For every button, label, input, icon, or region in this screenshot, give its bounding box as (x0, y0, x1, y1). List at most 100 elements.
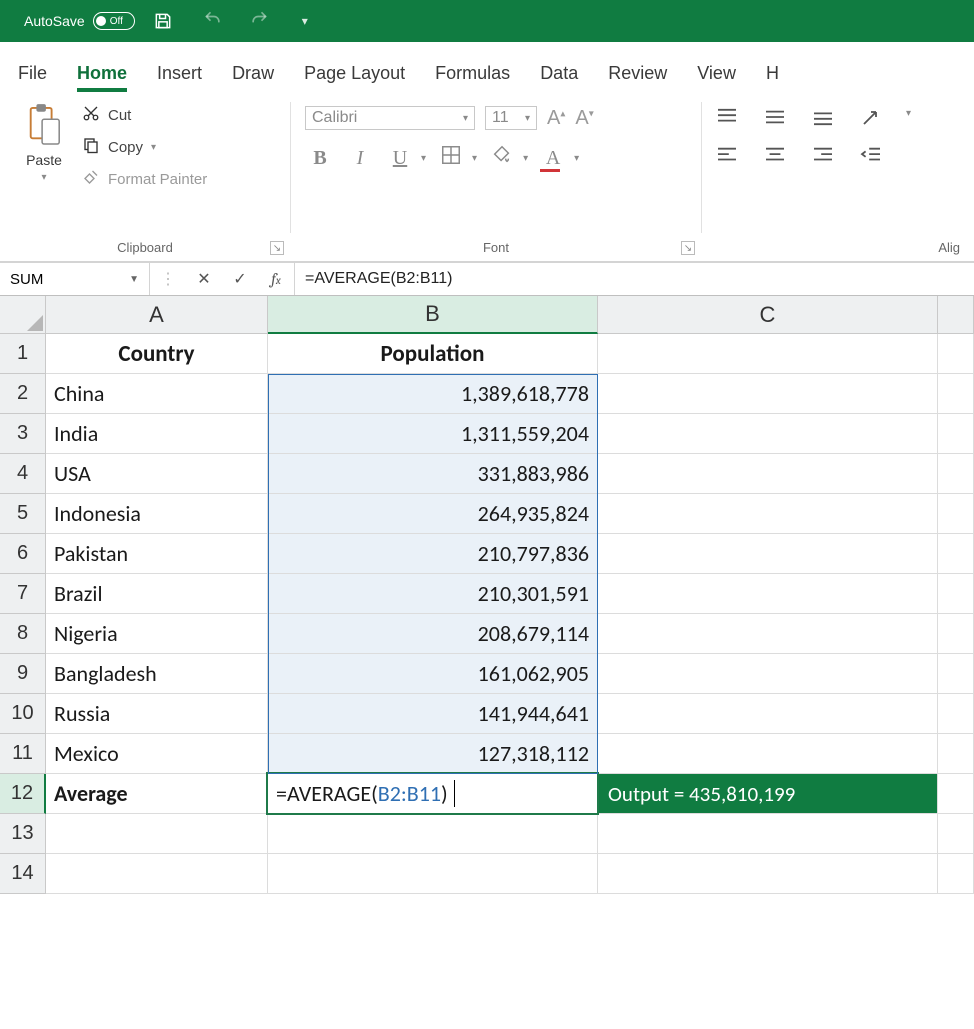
orientation-icon[interactable] (860, 108, 884, 128)
cell-a5[interactable]: Indonesia (46, 494, 268, 534)
bold-button[interactable]: B (305, 147, 335, 170)
chevron-down-icon[interactable]: ▾ (421, 153, 426, 164)
cell-a10[interactable]: Russia (46, 694, 268, 734)
column-header-d[interactable] (938, 296, 974, 334)
tab-draw[interactable]: Draw (232, 63, 274, 92)
chevron-down-icon[interactable]: ▾ (151, 142, 156, 153)
tab-help[interactable]: H (766, 63, 779, 92)
row-header[interactable]: 6 (0, 534, 46, 574)
cell-c9[interactable] (598, 654, 938, 694)
align-left-icon[interactable] (716, 146, 738, 164)
cell-b14[interactable] (268, 854, 598, 894)
enter-icon[interactable]: ✓ (222, 269, 258, 289)
cell-c4[interactable] (598, 454, 938, 494)
cell-b4[interactable]: 331,883,986 (268, 454, 598, 494)
column-header-b[interactable]: B (268, 296, 598, 334)
qat-customize-icon[interactable]: ▾ (291, 14, 319, 28)
cell-b9[interactable]: 161,062,905 (268, 654, 598, 694)
cell-b10[interactable]: 141,944,641 (268, 694, 598, 734)
tab-insert[interactable]: Insert (157, 63, 202, 92)
align-center-icon[interactable] (764, 146, 786, 164)
row-header[interactable]: 12 (0, 774, 46, 814)
cell-d11[interactable] (938, 734, 974, 774)
cell-a1[interactable]: Country (46, 334, 268, 374)
redo-icon[interactable] (245, 9, 273, 34)
chevron-down-icon[interactable]: ▾ (523, 153, 528, 164)
tab-page-layout[interactable]: Page Layout (304, 63, 405, 92)
cell-b12[interactable]: =AVERAGE(B2:B11) (268, 774, 598, 814)
tab-formulas[interactable]: Formulas (435, 63, 510, 92)
vertical-dots-icon[interactable]: ⋮ (150, 269, 186, 289)
cell-d13[interactable] (938, 814, 974, 854)
cell-d14[interactable] (938, 854, 974, 894)
font-name-combo[interactable]: Calibri ▾ (305, 106, 475, 130)
font-color-icon[interactable]: A (538, 147, 568, 170)
cell-d6[interactable] (938, 534, 974, 574)
row-header[interactable]: 13 (0, 814, 46, 854)
tab-review[interactable]: Review (608, 63, 667, 92)
chevron-down-icon[interactable]: ▾ (41, 172, 46, 183)
cell-a4[interactable]: USA (46, 454, 268, 494)
formula-input[interactable]: =AVERAGE(B2:B11) (295, 263, 974, 295)
cell-d3[interactable] (938, 414, 974, 454)
cell-c13[interactable] (598, 814, 938, 854)
row-header[interactable]: 11 (0, 734, 46, 774)
cell-c2[interactable] (598, 374, 938, 414)
cell-d1[interactable] (938, 334, 974, 374)
column-header-a[interactable]: A (46, 296, 268, 334)
cell-c7[interactable] (598, 574, 938, 614)
row-header[interactable]: 10 (0, 694, 46, 734)
cell-b11[interactable]: 127,318,112 (268, 734, 598, 774)
row-header[interactable]: 4 (0, 454, 46, 494)
cell-d7[interactable] (938, 574, 974, 614)
copy-button[interactable]: Copy ▾ (82, 136, 207, 158)
font-size-combo[interactable]: 11 ▾ (485, 106, 537, 130)
cell-a8[interactable]: Nigeria (46, 614, 268, 654)
cell-a7[interactable]: Brazil (46, 574, 268, 614)
dialog-launcher-icon[interactable]: ↘ (270, 241, 284, 255)
cell-b1[interactable]: Population (268, 334, 598, 374)
cell-b2[interactable]: 1,389,618,778 (268, 374, 598, 414)
chevron-down-icon[interactable]: ▾ (472, 153, 477, 164)
tab-view[interactable]: View (697, 63, 736, 92)
row-header[interactable]: 3 (0, 414, 46, 454)
cell-a11[interactable]: Mexico (46, 734, 268, 774)
cell-a9[interactable]: Bangladesh (46, 654, 268, 694)
cell-a2[interactable]: China (46, 374, 268, 414)
autosave-toggle[interactable]: AutoSave Off (24, 12, 135, 30)
cancel-icon[interactable]: ✕ (186, 269, 222, 289)
select-all-corner[interactable] (0, 296, 46, 334)
row-header[interactable]: 2 (0, 374, 46, 414)
cut-button[interactable]: Cut (82, 104, 207, 126)
cell-c5[interactable] (598, 494, 938, 534)
chevron-down-icon[interactable]: ▾ (574, 153, 579, 164)
save-icon[interactable] (153, 11, 181, 31)
fx-icon[interactable]: fx (258, 270, 294, 288)
align-middle-icon[interactable] (764, 108, 786, 128)
cell-c12[interactable]: Output = 435,810,199 (598, 774, 938, 814)
cell-d10[interactable] (938, 694, 974, 734)
row-header[interactable]: 14 (0, 854, 46, 894)
increase-font-icon[interactable]: A▴ (547, 107, 565, 130)
spreadsheet-grid[interactable]: A B C 1 Country Population 2 China 1,389… (0, 296, 974, 894)
cell-c1[interactable] (598, 334, 938, 374)
cell-b5[interactable]: 264,935,824 (268, 494, 598, 534)
dialog-launcher-icon[interactable]: ↘ (681, 241, 695, 255)
underline-button[interactable]: U (385, 147, 415, 170)
cell-c14[interactable] (598, 854, 938, 894)
cell-a12[interactable]: Average (46, 774, 268, 814)
cell-d4[interactable] (938, 454, 974, 494)
format-painter-button[interactable]: Format Painter (82, 168, 207, 190)
cell-b6[interactable]: 210,797,836 (268, 534, 598, 574)
cell-d8[interactable] (938, 614, 974, 654)
cell-a3[interactable]: India (46, 414, 268, 454)
name-box[interactable]: SUM ▼ (0, 263, 150, 295)
align-right-icon[interactable] (812, 146, 834, 164)
cell-c6[interactable] (598, 534, 938, 574)
undo-icon[interactable] (199, 9, 227, 34)
tab-home[interactable]: Home (77, 63, 127, 92)
decrease-font-icon[interactable]: A▾ (575, 107, 593, 130)
paste-button[interactable]: Paste ▾ (14, 102, 74, 183)
tab-file[interactable]: File (18, 63, 47, 92)
align-top-icon[interactable] (716, 108, 738, 128)
